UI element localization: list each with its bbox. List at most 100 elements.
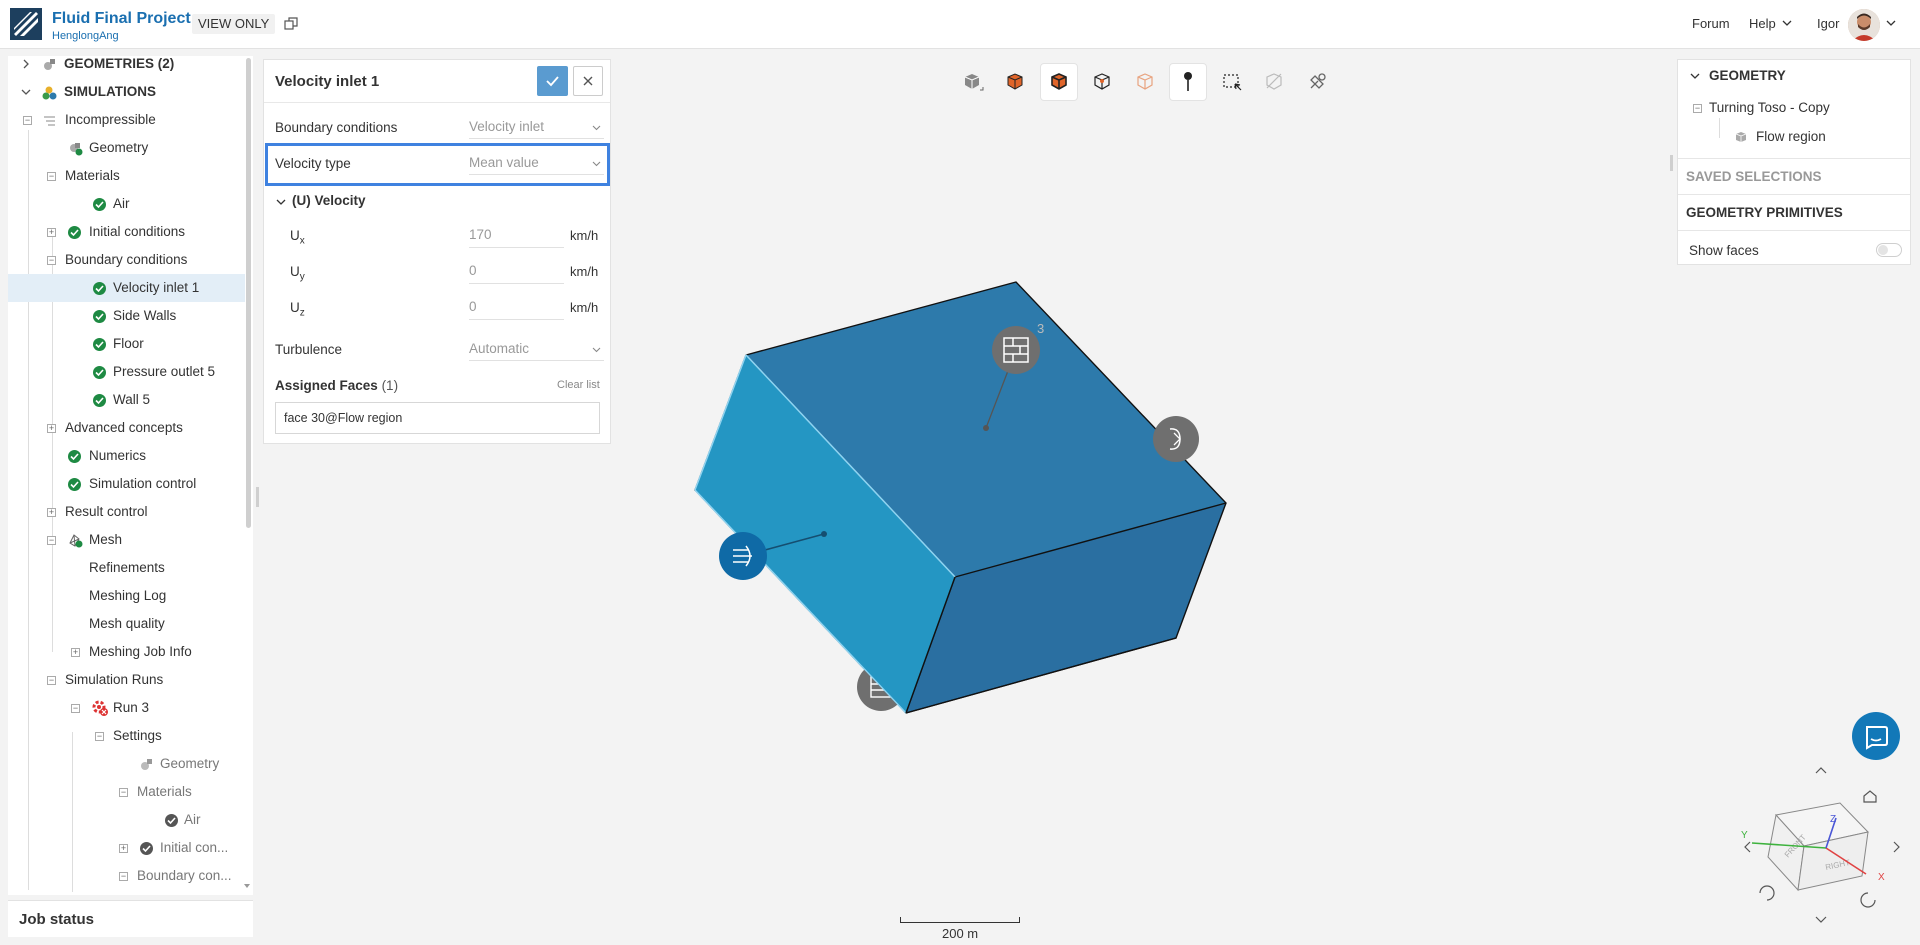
toolbar-box-select-button[interactable] xyxy=(1213,63,1251,101)
toolbar-hide-button[interactable] xyxy=(1255,63,1293,101)
tree-item-run-boundary-conditions[interactable]: − Boundary con... xyxy=(8,862,245,890)
saved-selections-header[interactable]: SAVED SELECTIONS xyxy=(1686,169,1822,184)
boundary-conditions-select[interactable]: Velocity inlet xyxy=(469,115,604,139)
tree-item-run-3[interactable]: − Run 3 xyxy=(8,694,245,722)
outlet-marker[interactable] xyxy=(1153,416,1199,462)
tree-item-result-control[interactable]: + Result control xyxy=(8,498,245,526)
rotate-right-icon[interactable] xyxy=(1893,841,1900,853)
confirm-button[interactable] xyxy=(537,66,568,96)
tree-item-side-walls[interactable]: Side Walls xyxy=(8,302,245,330)
rotate-left-icon[interactable] xyxy=(1744,841,1751,853)
rotate-up-icon[interactable] xyxy=(1815,767,1827,774)
tree-item-floor[interactable]: Floor xyxy=(8,330,245,358)
svg-text:Z: Z xyxy=(1830,814,1836,825)
velocity-type-select[interactable]: Mean value xyxy=(469,151,604,175)
tree-item-geometries[interactable]: GEOMETRIES (2) xyxy=(8,56,245,78)
tree-item-materials[interactable]: − Materials xyxy=(8,162,245,190)
home-view-icon[interactable] xyxy=(1863,790,1877,803)
toolbar-wireframe-button[interactable] xyxy=(1083,63,1121,101)
geometry-primitives-header[interactable]: GEOMETRY PRIMITIVES xyxy=(1686,205,1843,220)
tree-item-boundary-conditions[interactable]: − Boundary conditions xyxy=(8,246,245,274)
scroll-down-icon[interactable] xyxy=(243,882,251,890)
tree-item-mesh-quality[interactable]: Mesh quality xyxy=(8,610,245,638)
geometry-name[interactable]: Turning Toso - Copy xyxy=(1709,100,1830,115)
tree-item-simulation-control[interactable]: Simulation control xyxy=(8,470,245,498)
chevron-down-icon[interactable] xyxy=(1690,71,1700,81)
tree-item-pressure-outlet-5[interactable]: Pressure outlet 5 xyxy=(8,358,245,386)
tree-item-air[interactable]: Air xyxy=(8,190,245,218)
tree-item-run-air[interactable]: Air xyxy=(8,806,245,834)
chevron-down-icon xyxy=(592,125,601,131)
tree-item-run-geometry[interactable]: Geometry xyxy=(8,750,245,778)
scale-label: 200 m xyxy=(942,926,979,941)
toolbar-point-select-button[interactable] xyxy=(1169,63,1207,101)
tree-item-refinements[interactable]: Refinements xyxy=(8,554,245,582)
scale-bar xyxy=(900,917,1020,923)
tree-scrollbar[interactable] xyxy=(246,58,251,528)
uz-unit: km/h xyxy=(570,300,599,315)
uz-label: Uz xyxy=(290,300,305,319)
toolbar-solid-view-button[interactable] xyxy=(996,63,1034,101)
right-panel-resize-handle[interactable] xyxy=(1670,155,1673,171)
mesh-icon xyxy=(69,534,83,548)
roll-right-icon[interactable] xyxy=(1860,892,1876,908)
check-icon xyxy=(68,226,81,239)
velocity-section-header[interactable]: (U) Velocity xyxy=(292,193,366,208)
chat-support-button[interactable] xyxy=(1852,712,1900,760)
check-icon xyxy=(68,450,81,463)
show-faces-label: Show faces xyxy=(1689,243,1759,258)
toolbar-solid-edges-button[interactable] xyxy=(1040,63,1078,101)
boundary-conditions-label: Boundary conditions xyxy=(275,120,398,135)
tree-item-initial-conditions[interactable]: + Initial conditions xyxy=(8,218,245,246)
toolbar-view-cube-button[interactable] xyxy=(953,63,991,101)
svg-text:Y: Y xyxy=(1741,830,1748,841)
uy-input[interactable]: 0 xyxy=(469,258,564,284)
toolbar-section-button[interactable] xyxy=(1298,63,1336,101)
job-status-bar[interactable]: Job status xyxy=(8,900,253,937)
tree-item-simulations[interactable]: SIMULATIONS xyxy=(8,78,245,106)
tree-item-geometry[interactable]: Geometry xyxy=(8,134,245,162)
tree-item-meshing-log[interactable]: Meshing Log xyxy=(8,582,245,610)
turbulence-label: Turbulence xyxy=(275,342,343,357)
check-icon xyxy=(68,478,81,491)
tree-item-simulation-runs[interactable]: − Simulation Runs xyxy=(8,666,245,694)
tree-item-numerics[interactable]: Numerics xyxy=(8,442,245,470)
check-icon xyxy=(93,394,106,407)
tree-item-incompressible[interactable]: − Incompressible xyxy=(8,106,245,134)
show-faces-toggle[interactable] xyxy=(1876,243,1902,257)
roll-left-icon[interactable] xyxy=(1759,885,1775,901)
chat-icon xyxy=(1866,726,1888,750)
assigned-faces-label: Assigned Faces (1) xyxy=(275,378,399,393)
check-icon xyxy=(93,310,106,323)
tree-item-velocity-inlet-1[interactable]: Velocity inlet 1 xyxy=(8,274,245,302)
navigation-cube[interactable]: FRONT RIGHT X Y Z xyxy=(1741,802,1885,892)
uy-label: Uy xyxy=(290,264,305,283)
rotate-down-icon[interactable] xyxy=(1815,916,1827,923)
tree-item-settings[interactable]: − Settings xyxy=(8,722,245,750)
geometry-icon xyxy=(44,59,55,70)
uz-input[interactable]: 0 xyxy=(469,294,564,320)
panel-resize-handle[interactable] xyxy=(256,487,259,507)
clear-list-link[interactable]: Clear list xyxy=(557,379,600,391)
flow-region-item[interactable]: Flow region xyxy=(1756,129,1826,144)
check-icon xyxy=(140,842,153,855)
chevron-down-icon[interactable] xyxy=(276,197,286,207)
tree-item-meshing-job-info[interactable]: + Meshing Job Info xyxy=(8,638,245,666)
toolbar-transparent-button[interactable] xyxy=(1126,63,1164,101)
chevron-down-icon xyxy=(592,161,601,167)
simulations-icon xyxy=(42,86,57,100)
turbulence-select[interactable]: Automatic xyxy=(469,337,604,361)
check-icon xyxy=(546,76,559,87)
tree-item-run-materials[interactable]: − Materials xyxy=(8,778,245,806)
close-button[interactable] xyxy=(573,66,603,96)
tree-item-run-initial-conditions[interactable]: + Initial con... xyxy=(8,834,245,862)
tree-item-mesh[interactable]: − Mesh xyxy=(8,526,245,554)
assigned-face-item[interactable]: face 30@Flow region xyxy=(275,402,600,434)
check-icon xyxy=(93,366,106,379)
tree-item-wall-5[interactable]: Wall 5 xyxy=(8,386,245,414)
check-icon xyxy=(93,338,106,351)
geometry-header[interactable]: GEOMETRY xyxy=(1709,68,1786,83)
chevron-down-icon xyxy=(592,347,601,353)
tree-item-advanced-concepts[interactable]: + Advanced concepts xyxy=(8,414,245,442)
ux-input[interactable]: 170 xyxy=(469,222,564,248)
